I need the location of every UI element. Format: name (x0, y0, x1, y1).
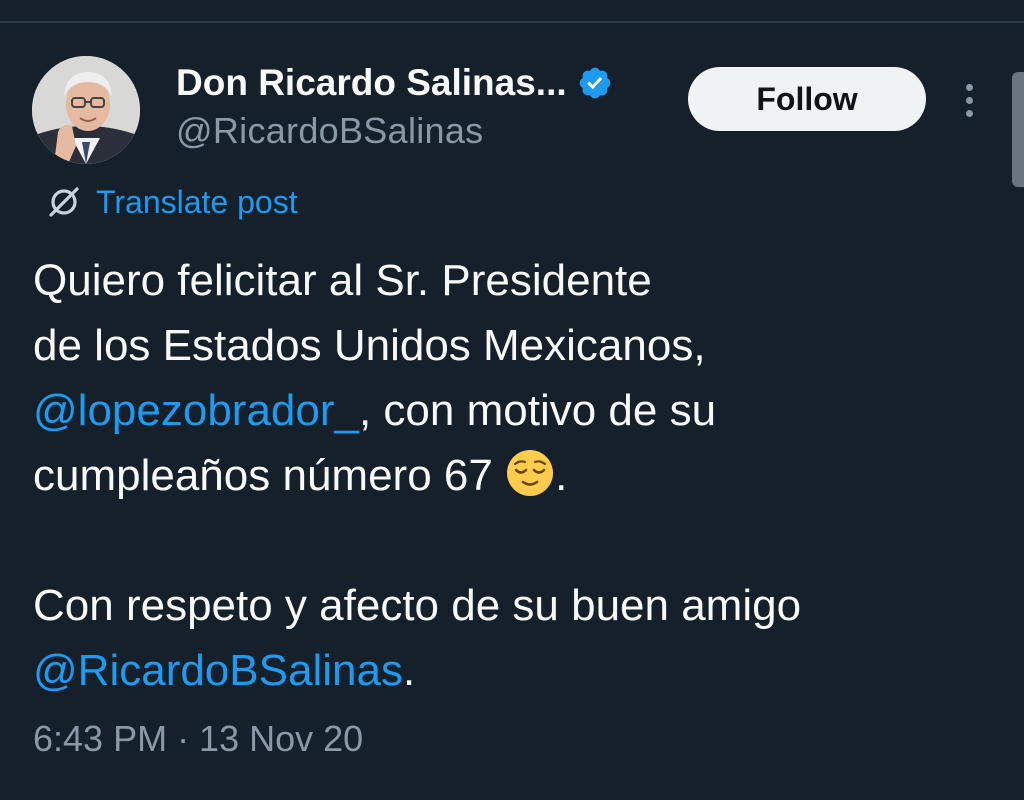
avatar-photo (32, 56, 140, 164)
tweet-line-6: @RicardoBSalinas. (33, 638, 973, 703)
tweet-line-1: Quiero felicitar al Sr. Presidente (33, 256, 652, 305)
post-timestamp[interactable]: 6:43 PM · 13 Nov 20 (33, 718, 363, 760)
tweet-line-5: Con respeto y afecto de su buen amigo (33, 581, 802, 630)
more-options-icon[interactable] (955, 80, 983, 120)
mention-lopezobrador[interactable]: @lopezobrador_ (33, 386, 359, 435)
avatar[interactable] (32, 56, 140, 164)
tweet-line-3-text: , con motivo de su (358, 386, 717, 435)
tweet-line-4-text: cumpleaños número 67 (33, 451, 506, 500)
translate-icon (49, 187, 79, 217)
scrollbar[interactable] (1012, 72, 1024, 187)
author-display-name[interactable]: Don Ricardo Salinas... (176, 62, 567, 104)
tweet-line-3: @lopezobrador_, con motivo de su (33, 378, 973, 443)
author-handle[interactable]: @RicardoBSalinas (176, 110, 483, 152)
tweet-line-6-end: . (402, 646, 416, 695)
verified-badge-icon[interactable] (577, 65, 613, 101)
tweet-line-2: de los Estados Unidos Mexicanos, (33, 321, 706, 370)
top-divider (0, 21, 1024, 23)
tweet-line-4: cumpleaños número 67 . (33, 443, 973, 508)
follow-button[interactable]: Follow (688, 67, 926, 131)
translate-post-link[interactable]: Translate post (46, 180, 298, 224)
paragraph-break (33, 508, 973, 573)
tweet-text: Quiero felicitar al Sr. Presidente de lo… (33, 248, 973, 703)
author-name-row[interactable]: Don Ricardo Salinas... (176, 58, 613, 108)
translate-post-label[interactable]: Translate post (96, 184, 298, 221)
mention-ricardobsalinas[interactable]: @RicardoBSalinas (33, 646, 403, 695)
tweet-line-4-end: . (555, 451, 568, 500)
relieved-face-emoji-icon (507, 450, 554, 496)
